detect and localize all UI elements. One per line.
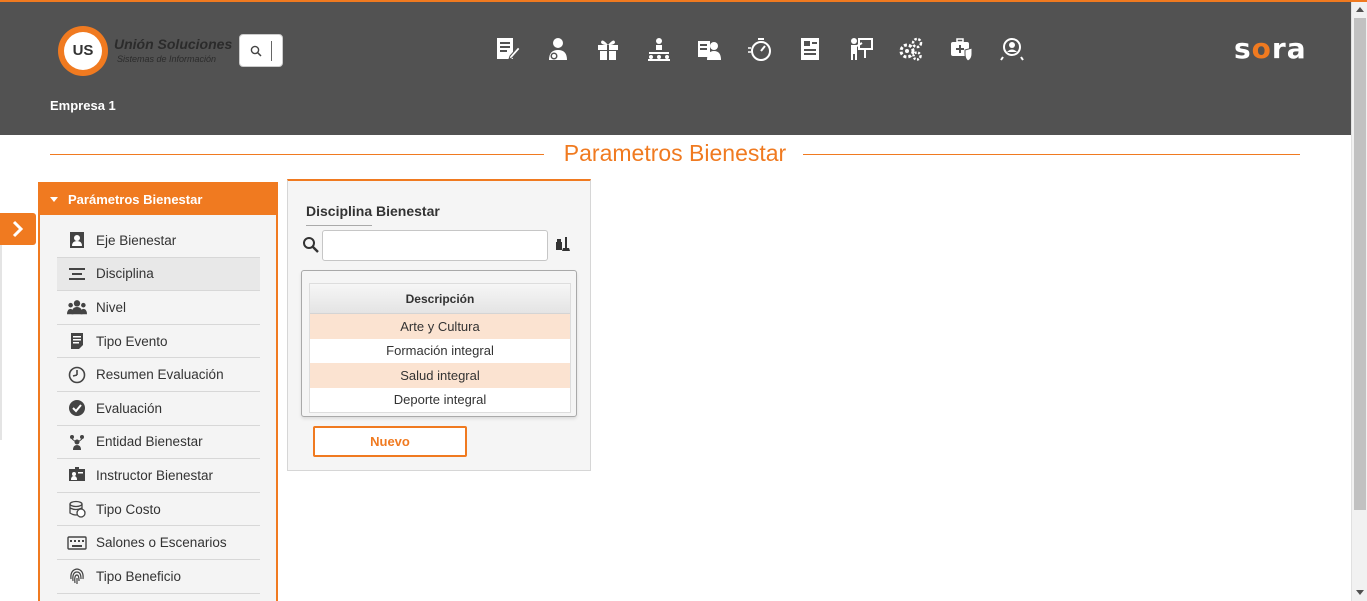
- sidebar-item-label: Salones o Escenarios: [96, 535, 227, 551]
- column-header-descripcion[interactable]: Descripción: [310, 284, 570, 314]
- search-icon: [303, 237, 319, 253]
- sidebar-item-evaluacion[interactable]: Evaluación: [57, 392, 260, 426]
- logo-subtitle: Sistemas de Información: [117, 54, 217, 64]
- table-row[interactable]: Formación integral: [310, 339, 570, 364]
- sidebar-item-nivel[interactable]: Nivel: [57, 291, 260, 325]
- sidebar-item-label: Evaluación: [96, 400, 163, 416]
- sidebar-item-tipo-beneficio[interactable]: Tipo Beneficio: [57, 560, 260, 594]
- clear-filter-icon[interactable]: [554, 234, 572, 252]
- training-board-icon[interactable]: [846, 34, 876, 64]
- sidebar-item-resumen-evaluacion[interactable]: Resumen Evaluación: [57, 358, 260, 392]
- user-admin-icon[interactable]: [543, 34, 573, 64]
- page-title-row: Parametros Bienestar: [50, 140, 1300, 168]
- org-structure-icon[interactable]: [644, 34, 674, 64]
- sidebar-item-entidad-bienestar[interactable]: Entidad Bienestar: [57, 426, 260, 460]
- disciplina-table: Descripción Arte y Cultura Formación int…: [301, 270, 577, 417]
- global-search-button[interactable]: [239, 34, 283, 67]
- page-scrollbar[interactable]: [1351, 2, 1367, 601]
- app-header: US Unión Soluciones Sistemas de Informac…: [0, 2, 1351, 135]
- sidebar-item-label: Tipo Evento: [96, 333, 168, 349]
- scroll-down-icon[interactable]: [1356, 590, 1364, 595]
- sidebar-item-label: Tipo Costo: [96, 501, 161, 517]
- user-search-icon[interactable]: [997, 34, 1027, 64]
- sidebar-item-instructor-bienestar[interactable]: Instructor Bienestar: [57, 459, 260, 493]
- sidebar-item-eje-bienestar[interactable]: Eje Bienestar: [57, 224, 260, 258]
- sidebar-item-tipo-evento[interactable]: Tipo Evento: [57, 325, 260, 359]
- brand-part-b: o: [1251, 32, 1272, 65]
- table-row[interactable]: Arte y Cultura: [310, 314, 570, 339]
- table-row[interactable]: Salud integral: [310, 363, 570, 388]
- document-list-icon: [67, 331, 87, 351]
- fingerprint-icon: [67, 566, 87, 586]
- page-title-text: Parametros Bienestar: [553, 140, 797, 166]
- page-title: Parametros Bienestar: [50, 140, 1300, 167]
- keyboard-icon: [67, 533, 87, 553]
- sidebar-item-label: Instructor Bienestar: [96, 467, 214, 483]
- logo-circle: US: [58, 26, 108, 76]
- sidebar-item-salones-escenarios[interactable]: Salones o Escenarios: [57, 526, 260, 560]
- sidebar-item-label: Eje Bienestar: [96, 232, 177, 248]
- sidebar: Parámetros Bienestar Eje Bienestar Disci…: [38, 182, 278, 601]
- logo-mark: US: [64, 32, 102, 70]
- chevron-right-icon: [12, 220, 24, 238]
- new-button[interactable]: Nuevo: [313, 426, 467, 457]
- brand-part-c: ra: [1271, 32, 1307, 65]
- settings-gears-icon[interactable]: [896, 34, 926, 64]
- sidebar-item-label: Tipo Beneficio: [96, 568, 182, 584]
- text-caret: [271, 41, 272, 61]
- product-logo: sora: [1234, 32, 1307, 65]
- brand-part-a: s: [1234, 32, 1252, 65]
- disciplina-panel: Disciplina Bienestar Descripción Arte y …: [287, 179, 591, 471]
- report-sheet-icon[interactable]: [795, 34, 825, 64]
- clock-icon: [67, 365, 87, 385]
- id-badge-icon: [67, 230, 87, 250]
- panel-title: Disciplina Bienestar: [306, 203, 440, 219]
- sidebar-item-disciplina[interactable]: Disciplina: [57, 257, 260, 292]
- document-edit-icon[interactable]: [492, 34, 522, 64]
- scroll-up-icon[interactable]: [1356, 7, 1364, 12]
- sidebar-item-label: Nivel: [96, 299, 127, 315]
- align-lines-icon: [67, 264, 87, 284]
- search-input[interactable]: [322, 230, 548, 261]
- check-circle-icon: [67, 398, 87, 418]
- health-case-icon[interactable]: [947, 34, 977, 64]
- logo-title: Unión Soluciones: [114, 36, 233, 52]
- main-nav: [492, 34, 1048, 64]
- sidebar-item-label: Entidad Bienestar: [96, 434, 203, 450]
- company-name[interactable]: Empresa 1: [50, 98, 116, 113]
- sidebar-toggle-button[interactable]: [0, 213, 36, 245]
- sidebar-header[interactable]: Parámetros Bienestar: [40, 184, 276, 215]
- people-group-icon: [67, 297, 87, 317]
- scroll-thumb[interactable]: [1354, 18, 1366, 510]
- caret-down-icon: [50, 197, 58, 202]
- sidebar-menu: Eje Bienestar Disciplina Nivel Tipo Even…: [40, 215, 276, 594]
- instructor-board-icon: [67, 465, 87, 485]
- sidebar-header-label: Parámetros Bienestar: [68, 192, 203, 207]
- timer-icon[interactable]: [745, 34, 775, 64]
- table-body: Descripción Arte y Cultura Formación int…: [309, 283, 571, 413]
- sidebar-item-label: Disciplina: [96, 266, 154, 282]
- company-logo[interactable]: US Unión Soluciones Sistemas de Informac…: [58, 26, 238, 76]
- network-people-icon: [67, 432, 87, 452]
- panel-title-underline: [306, 225, 372, 226]
- employee-card-icon[interactable]: [694, 34, 724, 64]
- coins-icon: [67, 499, 87, 519]
- table-row[interactable]: Deporte integral: [310, 388, 570, 413]
- sidebar-item-tipo-costo[interactable]: Tipo Costo: [57, 493, 260, 527]
- gift-icon[interactable]: [593, 34, 623, 64]
- collapsed-panel-edge: [0, 245, 2, 440]
- search-icon: [250, 45, 262, 57]
- sidebar-item-label: Resumen Evaluación: [96, 367, 224, 383]
